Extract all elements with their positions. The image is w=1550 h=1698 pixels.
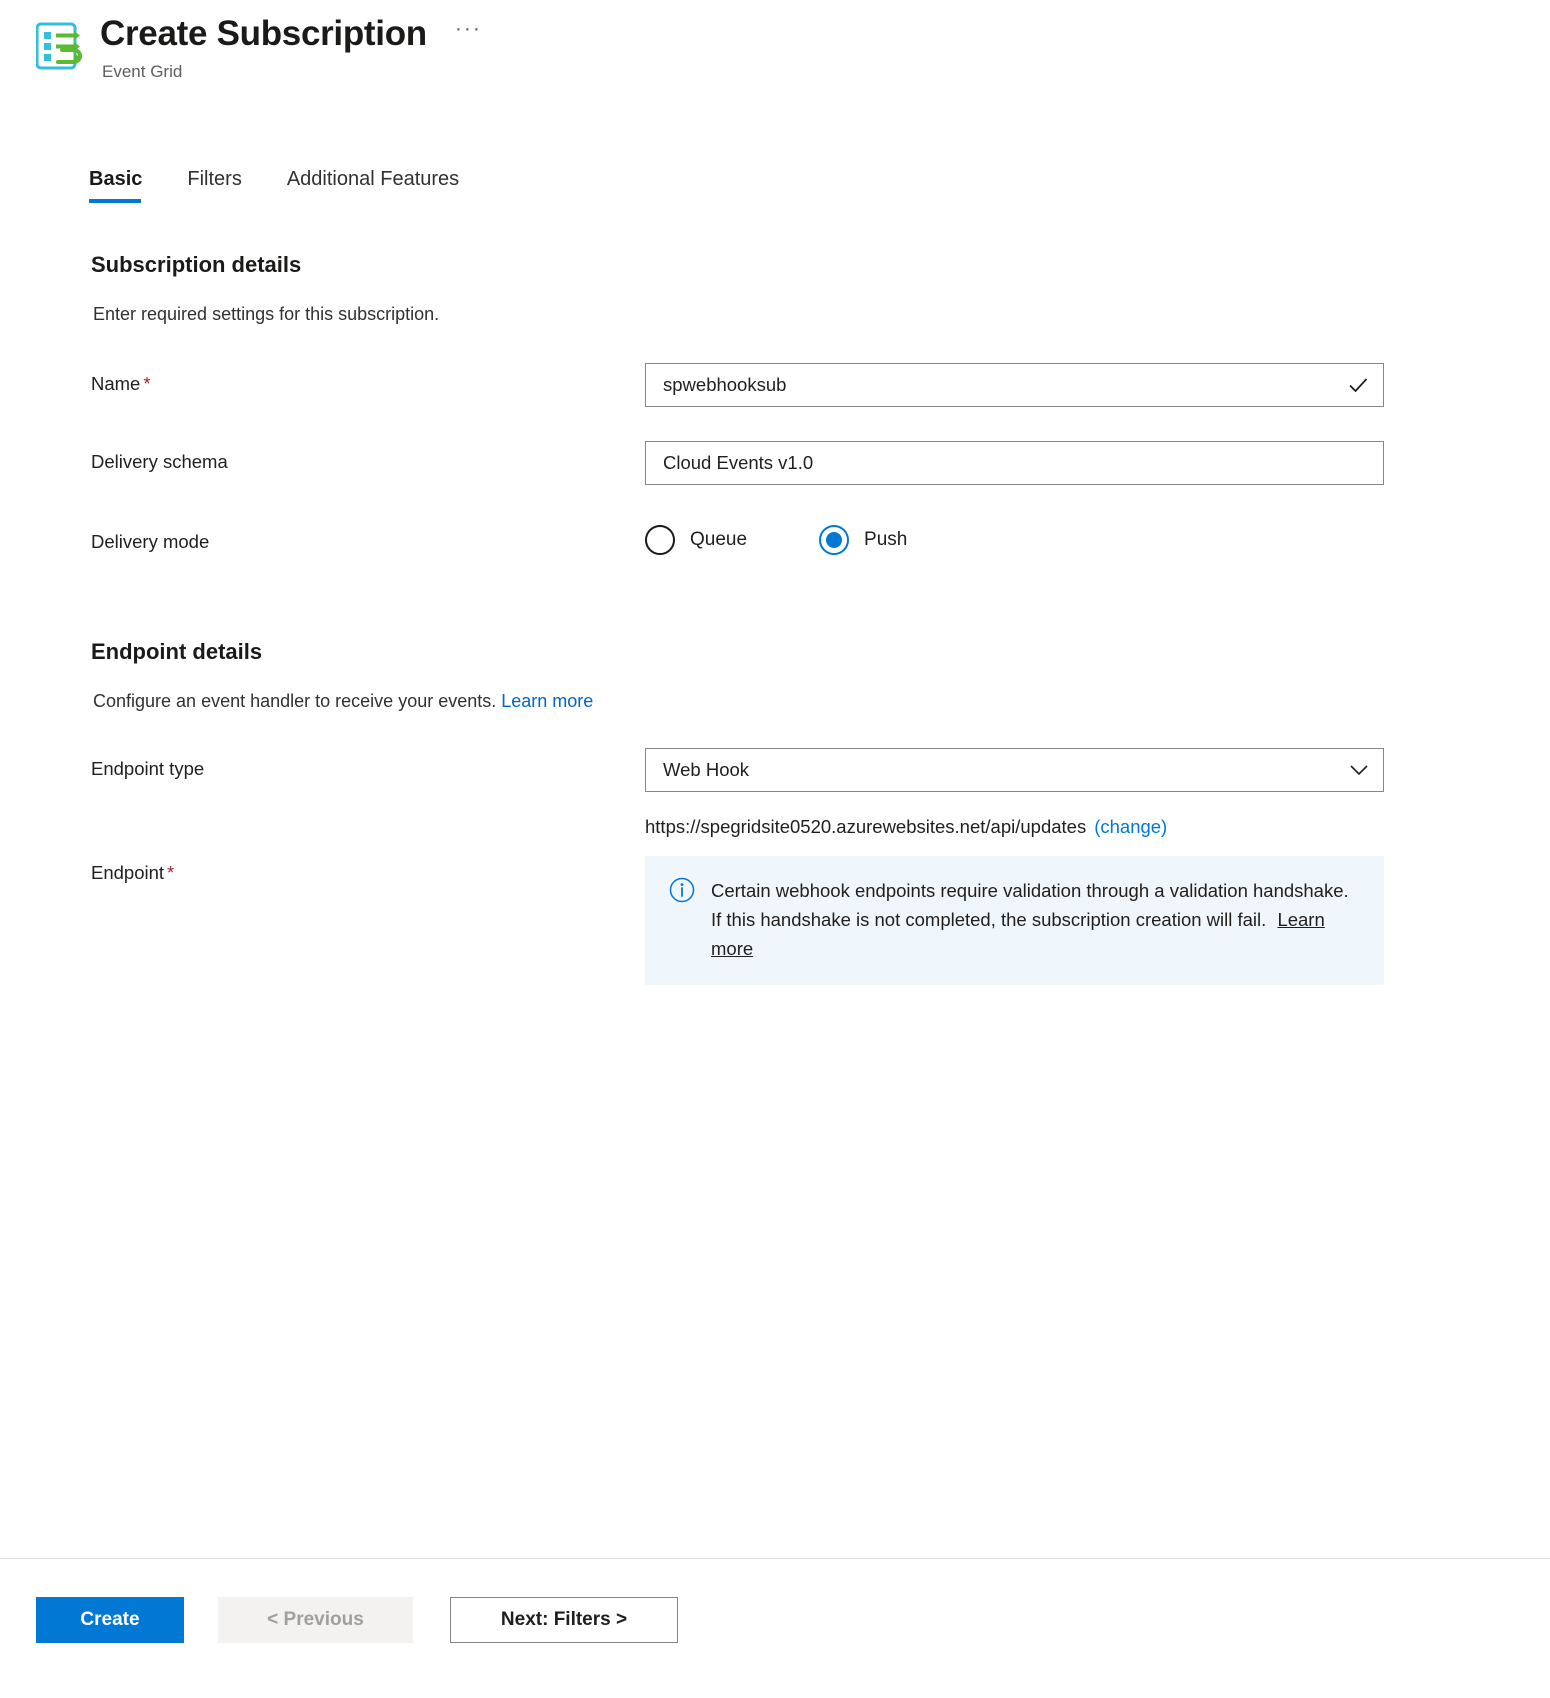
endpoint-details-learn-more-link[interactable]: Learn more bbox=[501, 691, 593, 711]
create-button[interactable]: Create bbox=[36, 1597, 184, 1643]
endpoint-label-text: Endpoint bbox=[91, 862, 165, 883]
checkmark-icon bbox=[1347, 374, 1369, 396]
endpoint-validation-message: Certain webhook endpoints require valida… bbox=[711, 880, 1349, 930]
delivery-schema-label: Delivery schema bbox=[91, 451, 228, 472]
name-label-text: Name bbox=[91, 373, 141, 394]
delivery-mode-option-queue[interactable]: Queue bbox=[645, 525, 747, 555]
delivery-mode-queue-label: Queue bbox=[690, 529, 748, 550]
delivery-schema-row: Delivery schema Cloud Events v1.0 bbox=[91, 441, 1550, 485]
endpoint-type-dropdown[interactable]: Web Hook bbox=[645, 748, 1384, 792]
tab-basic[interactable]: Basic bbox=[89, 168, 142, 203]
previous-button: < Previous bbox=[218, 1597, 413, 1643]
endpoint-type-label: Endpoint type bbox=[91, 758, 205, 779]
page-title: Create Subscription bbox=[100, 14, 427, 53]
subscription-details-heading: Subscription details bbox=[91, 252, 302, 277]
delivery-schema-value: Cloud Events v1.0 bbox=[663, 452, 814, 473]
endpoint-row: Endpoint * https://spegridsite0520.azurew… bbox=[91, 814, 1550, 985]
info-circle-icon bbox=[669, 877, 695, 903]
endpoint-value-line: https://spegridsite0520.azurewebsites.ne… bbox=[645, 814, 1550, 838]
delivery-mode-option-push[interactable]: Push bbox=[819, 525, 907, 555]
name-required-marker: * bbox=[143, 373, 151, 394]
endpoint-change-link[interactable]: (change) bbox=[1094, 816, 1167, 837]
tab-additional-features[interactable]: Additional Features bbox=[287, 168, 459, 203]
radio-selected-icon bbox=[819, 525, 850, 555]
endpoint-url: https://spegridsite0520.azurewebsites.ne… bbox=[645, 816, 1087, 837]
endpoint-required-marker: * bbox=[167, 862, 175, 883]
next-filters-button[interactable]: Next: Filters > bbox=[450, 1597, 678, 1643]
endpoint-type-row: Endpoint type Web Hook bbox=[91, 748, 1550, 792]
name-input[interactable]: spwebhooksub bbox=[645, 363, 1384, 407]
endpoint-validation-text: Certain webhook endpoints require valida… bbox=[711, 876, 1351, 963]
endpoint-validation-infobox: Certain webhook endpoints require valida… bbox=[645, 856, 1384, 985]
delivery-mode-label: Delivery mode bbox=[91, 531, 210, 552]
delivery-mode-radio-group: Queue Push bbox=[645, 521, 1550, 555]
form-body: Subscription details Enter required sett… bbox=[0, 240, 1550, 985]
endpoint-details-heading: Endpoint details bbox=[91, 639, 263, 664]
endpoint-type-value: Web Hook bbox=[663, 759, 750, 780]
name-label: Name * bbox=[91, 363, 645, 395]
more-options-button[interactable]: ··· bbox=[449, 16, 488, 52]
tab-filters[interactable]: Filters bbox=[187, 168, 241, 203]
delivery-mode-push-label: Push bbox=[864, 529, 908, 550]
page-header: Create Subscription ··· Event Grid bbox=[0, 0, 1550, 120]
delivery-schema-input[interactable]: Cloud Events v1.0 bbox=[645, 441, 1384, 485]
endpoint-details-description-text: Configure an event handler to receive yo… bbox=[93, 691, 497, 711]
radio-unselected-icon bbox=[645, 525, 675, 555]
name-row: Name * spwebhooksub bbox=[91, 363, 1550, 407]
name-input-value: spwebhooksub bbox=[663, 374, 787, 395]
endpoint-details-description: Configure an event handler to receive yo… bbox=[93, 691, 1550, 712]
page-subtitle: Event Grid bbox=[102, 62, 183, 81]
endpoint-label: Endpoint * bbox=[91, 814, 645, 884]
tab-bar: Basic Filters Additional Features bbox=[89, 168, 504, 203]
event-grid-subscription-icon bbox=[35, 20, 86, 72]
delivery-mode-row: Delivery mode Queue Push bbox=[91, 521, 1550, 555]
chevron-down-icon bbox=[1349, 760, 1369, 780]
subscription-details-description: Enter required settings for this subscri… bbox=[93, 304, 440, 324]
footer-bar: Create < Previous Next: Filters > bbox=[0, 1558, 1550, 1698]
